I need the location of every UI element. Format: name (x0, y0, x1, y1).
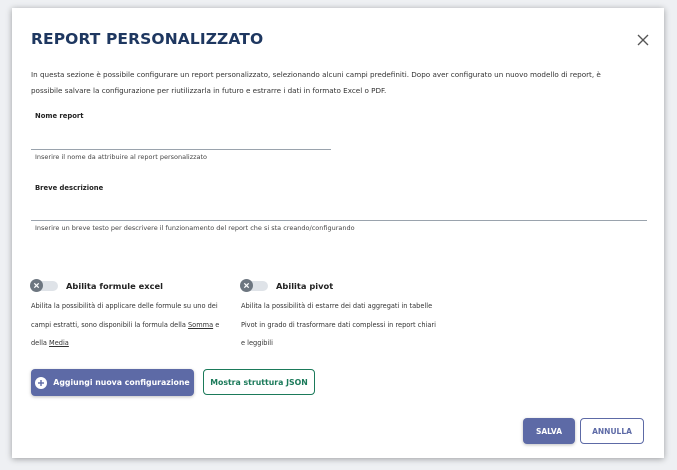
close-icon[interactable] (636, 32, 650, 46)
excel-formulas-toggle[interactable] (30, 279, 58, 292)
excel-desc-line-3-text: della (31, 339, 50, 347)
report-name-input[interactable] (31, 133, 331, 150)
intro-line-1: In questa sezione è possibile configurar… (31, 70, 601, 79)
report-dialog: REPORT PERSONALIZZATO In questa sezione … (12, 8, 664, 458)
description-field-label: Breve descrizione (35, 184, 104, 192)
name-field-hint: Inserire il nome da attribuire al report… (35, 153, 208, 161)
media-link[interactable]: Media (49, 339, 69, 347)
cancel-button[interactable]: ANNULLA (580, 418, 644, 444)
name-field-label: Nome report (35, 112, 84, 120)
pivot-desc-line-1: Abilita la possibilità di estarre dei da… (241, 302, 433, 310)
excel-desc-line-2-end: e (213, 320, 220, 329)
pivot-toggle[interactable] (240, 279, 268, 292)
description-field-hint: Inserire un breve testo per descrivere i… (35, 224, 355, 232)
toggle-off-icon (30, 279, 43, 292)
excel-desc-line-2-text: campi estratti, sono disponibili la form… (31, 320, 188, 329)
save-button[interactable]: SALVA (523, 418, 575, 444)
show-json-button[interactable]: Mostra struttura JSON (203, 369, 315, 395)
excel-desc-line-1: Abilita la possibilità di applicare dell… (31, 302, 218, 310)
pivot-desc-line-2: Pivot in grado di trasformare dati compl… (241, 320, 436, 329)
add-configuration-button[interactable]: Aggiungi nuova configurazione (31, 369, 194, 396)
intro-line-2: possibile salvare la configurazione per … (31, 86, 387, 95)
plus-circle-icon (35, 376, 48, 389)
excel-toggle-label: Abilita formule excel (66, 281, 164, 291)
dialog-intro: In questa sezione è possibile configurar… (31, 67, 651, 99)
pivot-toggle-label: Abilita pivot (276, 281, 334, 291)
somma-link[interactable]: Somma (188, 321, 213, 329)
pivot-desc-line-3: e leggibili (241, 339, 273, 347)
excel-desc-line-2: campi estratti, sono disponibili la form… (31, 316, 219, 335)
dialog-title: REPORT PERSONALIZZATO (31, 30, 264, 48)
excel-toggle-description: Abilita la possibilità di applicare dell… (31, 297, 219, 353)
excel-desc-line-3: della Media (31, 334, 219, 353)
excel-toggle-row: Abilita formule excel (30, 279, 164, 293)
pivot-toggle-description: Abilita la possibilità di estarre dei da… (241, 297, 436, 353)
pivot-toggle-row: Abilita pivot (240, 279, 334, 293)
report-description-input[interactable] (31, 204, 647, 221)
toggle-off-icon (240, 279, 253, 292)
add-configuration-label: Aggiungi nuova configurazione (53, 378, 190, 387)
